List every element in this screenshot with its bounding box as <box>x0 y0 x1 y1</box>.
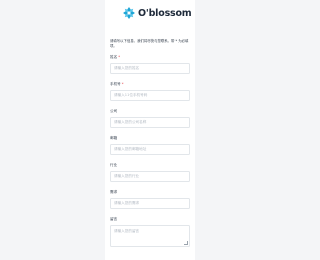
brand-logo: O'blossom <box>122 6 192 20</box>
required-mark: * <box>121 82 124 86</box>
requirement-input[interactable]: 请输入您的需求 <box>110 198 190 209</box>
phone-label-text: 手机号 <box>110 82 121 86</box>
email-placeholder: 请输入您的邮箱地址 <box>114 147 147 151</box>
company-placeholder: 请输入您的公司名称 <box>114 120 147 124</box>
industry-label: 行业 <box>110 163 117 168</box>
phone-placeholder: 请输入11位手机号码 <box>114 93 148 97</box>
email-input[interactable]: 请输入您的邮箱地址 <box>110 144 190 155</box>
industry-label-text: 行业 <box>110 163 118 167</box>
requirement-label: 需求 <box>110 190 117 195</box>
name-label-text: 姓名 <box>110 55 118 59</box>
brand-name: O'blossom <box>138 7 192 19</box>
name-placeholder: 请输入您的姓名 <box>114 66 140 70</box>
name-input[interactable]: 请输入您的姓名 <box>110 63 190 74</box>
message-label: 留言 <box>110 217 117 222</box>
requirement-placeholder: 请输入您的需求 <box>114 201 140 205</box>
phone-input[interactable]: 请输入11位手机号码 <box>110 90 190 101</box>
message-placeholder: 请输入您的留言 <box>114 229 140 233</box>
form-intro-text: 请填写以下信息，我们将尽快与您联系。带 * 为必填项。 <box>110 39 189 49</box>
email-label-text: 邮箱 <box>110 136 118 140</box>
name-label: 姓名* <box>110 55 120 60</box>
email-label: 邮箱 <box>110 136 117 141</box>
requirement-label-text: 需求 <box>110 190 118 194</box>
message-textarea[interactable]: 请输入您的留言 <box>110 225 190 247</box>
blossom-logo-icon <box>123 7 135 19</box>
required-mark: * <box>118 55 120 59</box>
industry-placeholder: 请输入您的行业 <box>114 174 140 178</box>
resize-handle-icon[interactable] <box>184 241 188 245</box>
phone-label: 手机号* <box>110 82 124 87</box>
form-card: O'blossom 请填写以下信息，我们将尽快与您联系。带 * 为必填项。 姓名… <box>105 0 195 260</box>
company-input[interactable]: 请输入您的公司名称 <box>110 117 190 128</box>
company-label-text: 公司 <box>110 109 118 113</box>
industry-input[interactable]: 请输入您的行业 <box>110 171 190 182</box>
message-label-text: 留言 <box>110 217 118 221</box>
company-label: 公司 <box>110 109 117 114</box>
